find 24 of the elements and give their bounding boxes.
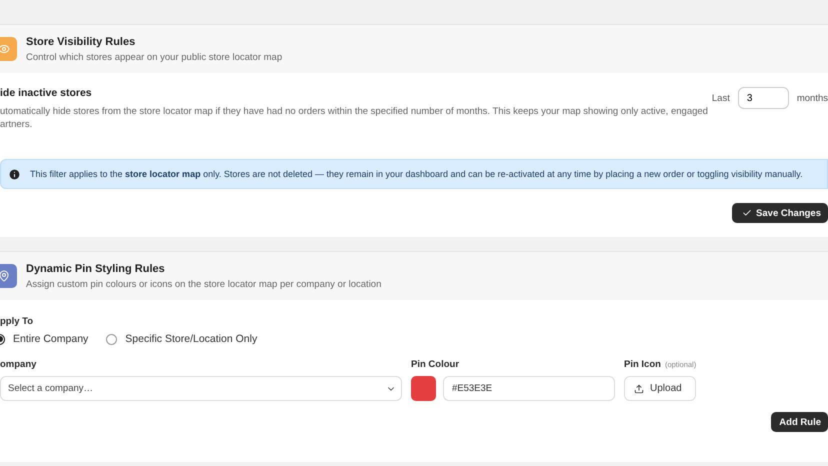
company-select[interactable]: Select a company…: [0, 376, 402, 401]
pin-colour-label: Pin Colour: [411, 359, 460, 370]
radio-option[interactable]: Entire Company: [0, 333, 88, 345]
save-button[interactable]: Save Changes: [732, 203, 828, 223]
info-icon: [8, 168, 21, 180]
colour-swatch[interactable]: [411, 376, 436, 401]
months-suffix: months: [796, 92, 828, 104]
apply-to-label: pply To: [0, 316, 34, 327]
info-text: This filter applies to the store locator map only. Stores are not deleted — they remain in your dashboard and can be re-activated at any time by placing a new order or toggling visibility manually.: [30, 169, 803, 179]
upload-button[interactable]: Upload: [624, 376, 696, 401]
section-subtitle: Control which stores appear on your public store locator map: [26, 52, 282, 62]
check-icon: [742, 208, 752, 218]
setting-description: utomatically hide stores from the store locator map if they have had no orders within the specified number of months. This keeps your map showing only active, engaged artners.: [0, 105, 709, 131]
radio-option[interactable]: Specific Store/Location Only: [106, 333, 258, 345]
months-input[interactable]: 3: [738, 87, 789, 109]
section-subtitle: Assign custom pin colours or icons on the store locator map per company or location: [26, 278, 382, 290]
upload-icon: [634, 384, 644, 394]
company-label: ompany: [0, 359, 38, 370]
add-rule-button[interactable]: Add Rule: [771, 412, 828, 432]
setting-title: ide inactive stores: [0, 87, 93, 99]
colour-input[interactable]: #E53E3E: [443, 376, 615, 401]
section-title: Dynamic Pin Styling Rules: [26, 262, 166, 274]
section-title: Store Visibility Rules: [26, 36, 136, 48]
months-prefix: Last: [712, 92, 730, 104]
